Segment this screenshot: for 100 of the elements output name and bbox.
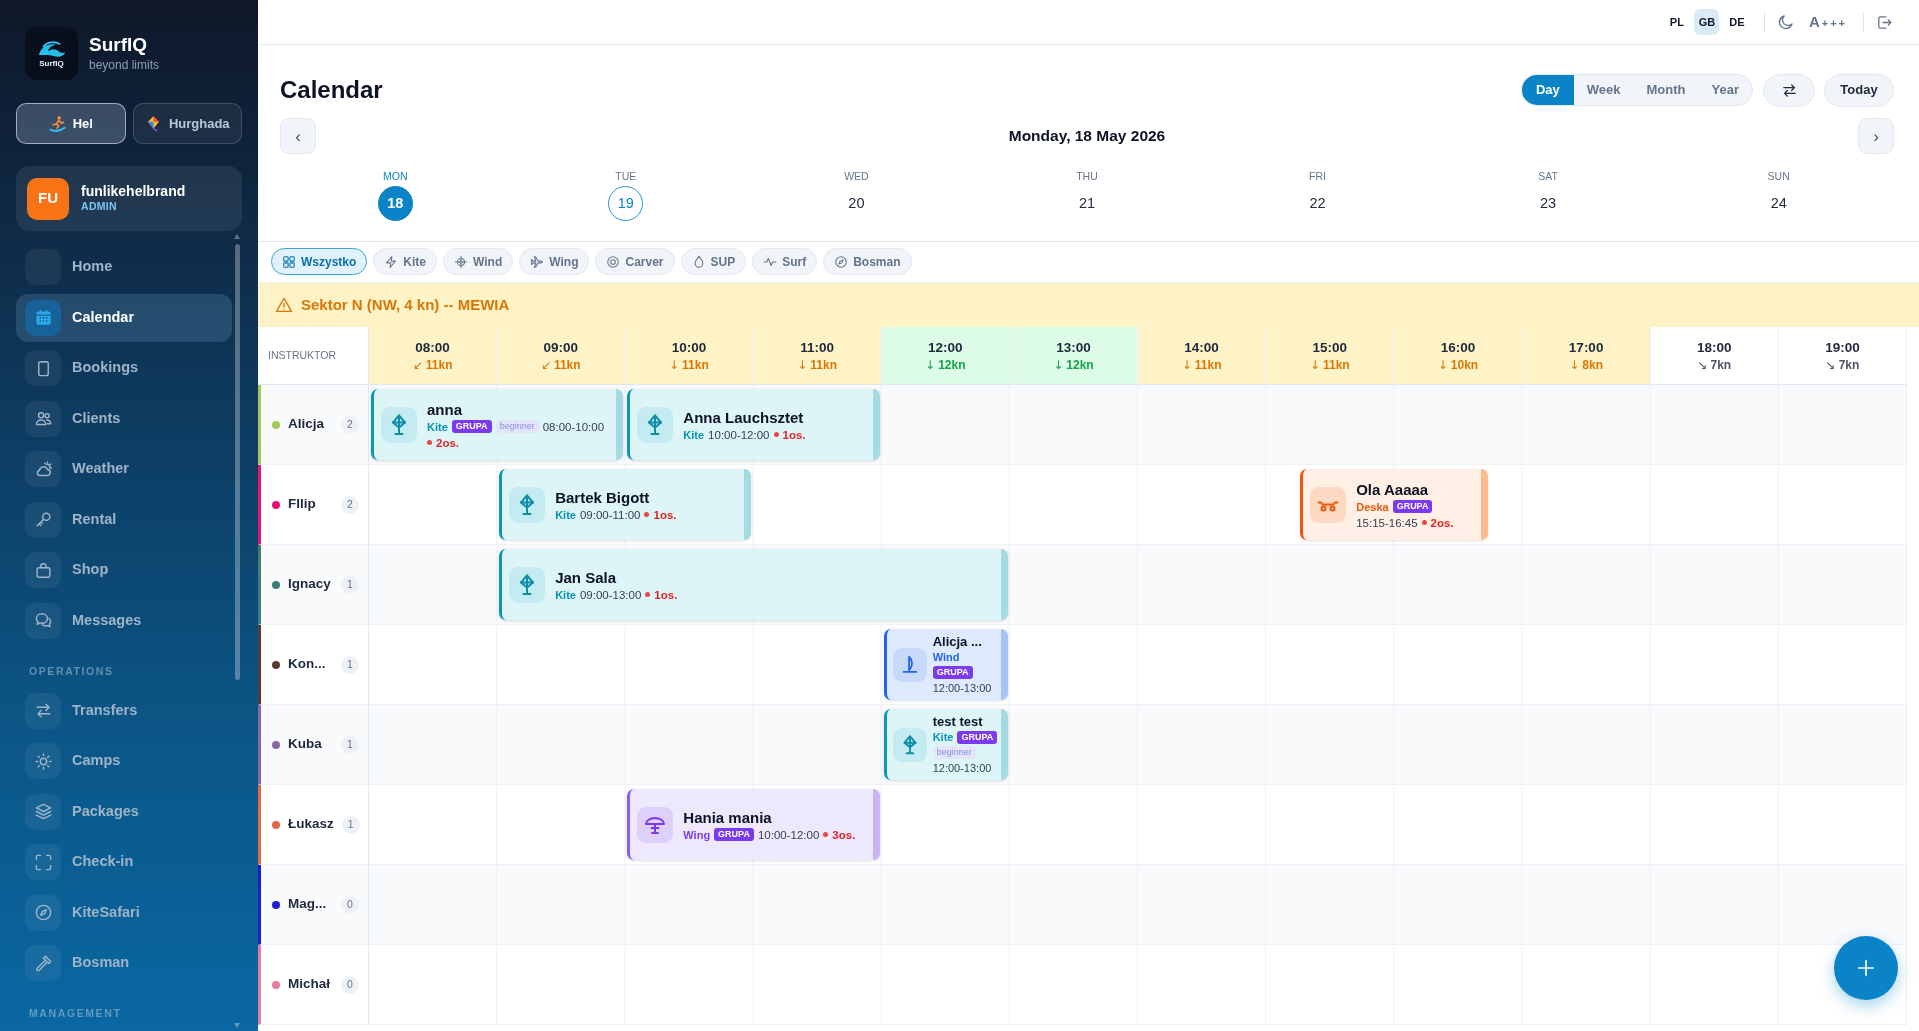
sidebar-item[interactable]: KiteSafari bbox=[16, 888, 232, 937]
day-number[interactable]: 21 bbox=[1069, 186, 1105, 221]
sidebar-item[interactable]: Camps bbox=[16, 737, 232, 785]
arrows-icon bbox=[1780, 81, 1798, 99]
event-time: 09:00-13:00 bbox=[579, 587, 642, 602]
count-badge: 1 bbox=[341, 655, 359, 674]
sidebar-item[interactable]: Check-in bbox=[16, 838, 232, 886]
sidebar-item[interactable]: Home bbox=[16, 243, 232, 291]
language-button[interactable]: PL bbox=[1664, 9, 1690, 35]
sidebar-item[interactable]: Weather bbox=[16, 445, 232, 493]
sidebar-item[interactable]: Calendar bbox=[16, 293, 232, 342]
filter-chip[interactable]: Kite bbox=[373, 248, 438, 275]
hour-label: 12:00 bbox=[928, 338, 963, 357]
event-title: test test bbox=[932, 714, 984, 729]
event-card[interactable]: Alicja ... Wind GRUPA 12:00-13:00 bbox=[883, 629, 1008, 700]
language-button[interactable]: GB bbox=[1694, 9, 1720, 35]
prev-button[interactable]: ‹ bbox=[280, 118, 316, 154]
surfer-icon bbox=[48, 115, 66, 132]
day-number[interactable]: 22 bbox=[1300, 186, 1336, 221]
view-tab[interactable]: Year bbox=[1698, 75, 1752, 105]
view-tab[interactable]: Month bbox=[1633, 75, 1699, 105]
hour-label: 09:00 bbox=[543, 338, 578, 357]
location-button[interactable]: Hel bbox=[16, 103, 126, 144]
day-number[interactable]: 24 bbox=[1761, 186, 1797, 221]
chat-icon bbox=[25, 602, 61, 639]
tag-badge: beginner bbox=[932, 746, 976, 759]
count-badge: 1 bbox=[341, 735, 359, 754]
dot-icon bbox=[823, 832, 829, 837]
event-card[interactable]: Jan Sala Kite 09:00-13:00 1os. bbox=[499, 549, 1008, 620]
hour-label: 14:00 bbox=[1184, 338, 1219, 357]
hour-label: 10:00 bbox=[671, 338, 707, 357]
day-number[interactable]: 18 bbox=[377, 186, 413, 221]
layers-icon bbox=[25, 793, 61, 830]
event-time: 10:00-12:00 bbox=[708, 427, 770, 442]
logo-text: SurfIQ bbox=[39, 60, 64, 68]
location-button[interactable]: Hurghada bbox=[132, 103, 242, 144]
dot-icon bbox=[773, 432, 779, 437]
warning-icon bbox=[275, 296, 293, 314]
clipboard-icon bbox=[25, 350, 61, 386]
event-card[interactable]: test test Kite GRUPA beginner 12:00-13:00 bbox=[883, 709, 1008, 780]
next-button[interactable]: › bbox=[1858, 118, 1894, 154]
wind-speed: 11kn bbox=[1322, 356, 1350, 373]
bag-icon bbox=[25, 552, 61, 588]
skateboard-icon bbox=[1310, 486, 1347, 523]
scrollbar[interactable] bbox=[234, 234, 241, 1028]
instructor-name: Kuba bbox=[288, 735, 322, 754]
add-button[interactable] bbox=[1834, 936, 1898, 1000]
view-tab[interactable]: Week bbox=[1573, 75, 1634, 105]
event-time: 09:00-11:00 bbox=[579, 507, 641, 522]
language-button[interactable]: DE bbox=[1724, 9, 1750, 35]
sidebar-item[interactable]: Shop bbox=[16, 546, 232, 594]
people-count: 3os. bbox=[832, 827, 856, 842]
people-count: 2os. bbox=[436, 435, 459, 450]
count-badge: 2 bbox=[341, 495, 359, 514]
weekday-label: FRI bbox=[1309, 169, 1326, 183]
sidebar-item[interactable]: Messages bbox=[16, 596, 232, 645]
arrow-icon: ↓ bbox=[1181, 356, 1192, 373]
sidebar-item[interactable]: Rental bbox=[16, 495, 232, 544]
filter-chip[interactable]: Wind bbox=[443, 248, 514, 275]
sidebar-item[interactable]: Transfers bbox=[16, 686, 232, 735]
moon-icon[interactable] bbox=[1776, 13, 1795, 31]
hammer-icon bbox=[25, 945, 61, 981]
user-card[interactable]: FU funlikehelbrand ADMIN bbox=[16, 166, 242, 231]
event-card[interactable]: Hania mania Wing GRUPA 10:00-12:00 3os. bbox=[627, 789, 880, 860]
day-number[interactable]: 20 bbox=[838, 186, 874, 221]
instructor-name: Michał bbox=[288, 975, 330, 994]
sport-label: Kite bbox=[555, 507, 576, 522]
day-number[interactable]: 23 bbox=[1530, 186, 1566, 221]
filter-chip[interactable]: Surf bbox=[752, 248, 818, 275]
font-size-button[interactable]: A+++ bbox=[1804, 10, 1851, 34]
event-card[interactable]: Anna Lauchsztet Kite 10:00-12:00 1os. bbox=[627, 389, 880, 460]
sidebar-item[interactable]: Bookings bbox=[16, 344, 232, 392]
filter-chip[interactable]: SUP bbox=[680, 248, 747, 275]
sidebar-item[interactable]: Clients bbox=[16, 394, 232, 443]
filter-chip[interactable]: Wing bbox=[519, 248, 590, 275]
event-card[interactable]: anna Kite GRUPA beginner 08:00-10:00 2os. bbox=[371, 389, 624, 460]
filter-chip[interactable]: Carver bbox=[595, 248, 675, 275]
today-button[interactable]: Today bbox=[1824, 73, 1894, 107]
event-card[interactable]: Bartek Bigott Kite 09:00-11:00 1os. bbox=[499, 469, 752, 540]
instructor-name: Mag... bbox=[288, 895, 327, 914]
swap-button[interactable] bbox=[1763, 73, 1815, 107]
filter-chip[interactable]: Wszystko bbox=[271, 248, 368, 275]
lightning-icon bbox=[384, 254, 399, 269]
wind-speed: 11kn bbox=[810, 356, 837, 373]
wind-speed: 7kn bbox=[1838, 356, 1860, 373]
arrow-icon: ↓ bbox=[1053, 356, 1064, 373]
sidebar-item[interactable]: Packages bbox=[16, 787, 232, 836]
wind-speed: 11kn bbox=[553, 356, 581, 373]
arrow-icon: ↓ bbox=[1569, 356, 1580, 373]
sidebar-item[interactable]: Bosman bbox=[16, 939, 232, 987]
tag-badge: beginner bbox=[495, 420, 539, 433]
grid-icon bbox=[282, 254, 296, 269]
filter-chip[interactable]: Bosman bbox=[823, 248, 912, 275]
date-heading: Monday, 18 May 2026 bbox=[1008, 126, 1166, 147]
tag-badge: GRUPA bbox=[714, 828, 754, 841]
kite-icon bbox=[892, 727, 927, 762]
logout-icon[interactable] bbox=[1876, 13, 1893, 31]
hour-label: 17:00 bbox=[1568, 338, 1604, 357]
view-tab[interactable]: Day bbox=[1521, 75, 1574, 105]
event-card[interactable]: Ola Aaaaa Deska GRUPA 15:15-16:45 2os. bbox=[1300, 469, 1489, 540]
